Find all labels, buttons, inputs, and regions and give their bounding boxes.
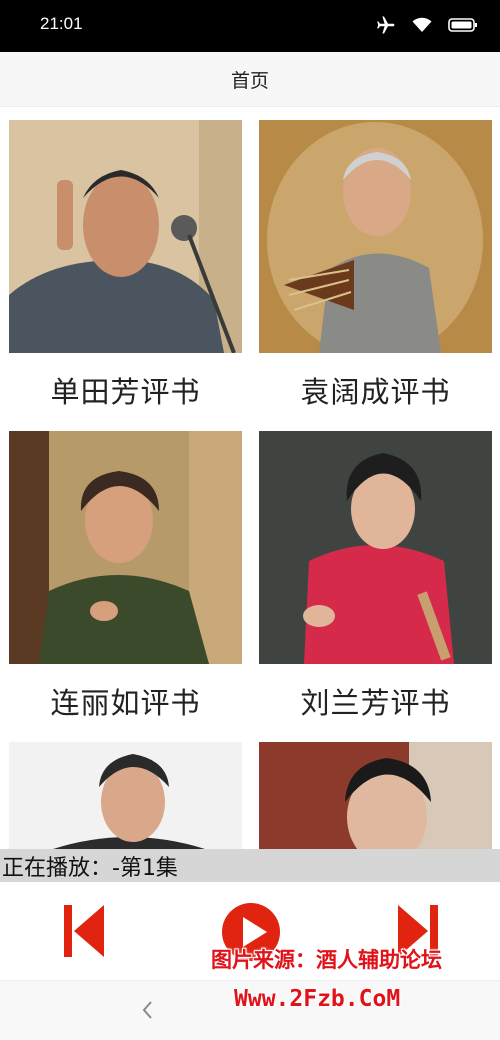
card-lianliru[interactable]: 连丽如评书 — [9, 431, 242, 742]
card-dantianfang[interactable]: 单田芳评书 — [9, 120, 242, 431]
performer-photo — [9, 742, 242, 849]
card-yuankuocheng[interactable]: 袁阔成评书 — [259, 120, 492, 431]
status-icons — [376, 15, 478, 35]
card-label: 袁阔成评书 — [300, 375, 451, 409]
card-label: 刘兰芳评书 — [300, 686, 451, 720]
card-label: 连丽如评书 — [50, 686, 201, 720]
card-liulanfang[interactable]: 刘兰芳评书 — [259, 431, 492, 742]
page-title: 首页 — [230, 69, 269, 92]
performer-photo — [259, 742, 492, 849]
status-time: 21:01 — [40, 14, 83, 33]
performer-grid[interactable]: 单田芳评书 袁阔成评书 连丽如评书 刘兰芳评书 — [0, 107, 500, 849]
card-label: 单田芳评书 — [50, 375, 201, 409]
back-chevron-icon[interactable] — [140, 999, 154, 1025]
performer-photo — [259, 431, 492, 664]
performer-photo — [9, 120, 242, 353]
skip-previous-icon[interactable] — [62, 903, 106, 959]
status-bar: 21:01 — [0, 0, 500, 52]
now-playing-text: 正在播放：-第1集 — [2, 855, 178, 881]
battery-icon — [448, 17, 478, 33]
performer-photo — [259, 120, 492, 353]
now-playing-bar: 正在播放：-第1集 — [0, 849, 500, 882]
card-performer-6[interactable] — [259, 742, 492, 849]
wifi-icon — [412, 17, 432, 33]
performer-photo — [9, 431, 242, 664]
watermark-source: 图片来源：酒人辅助论坛 — [211, 948, 442, 972]
airplane-icon — [376, 15, 396, 35]
card-performer-5[interactable] — [9, 742, 242, 849]
title-bar: 首页 — [0, 52, 500, 107]
watermark-url: Www.2Fzb.CoM — [234, 986, 401, 1012]
